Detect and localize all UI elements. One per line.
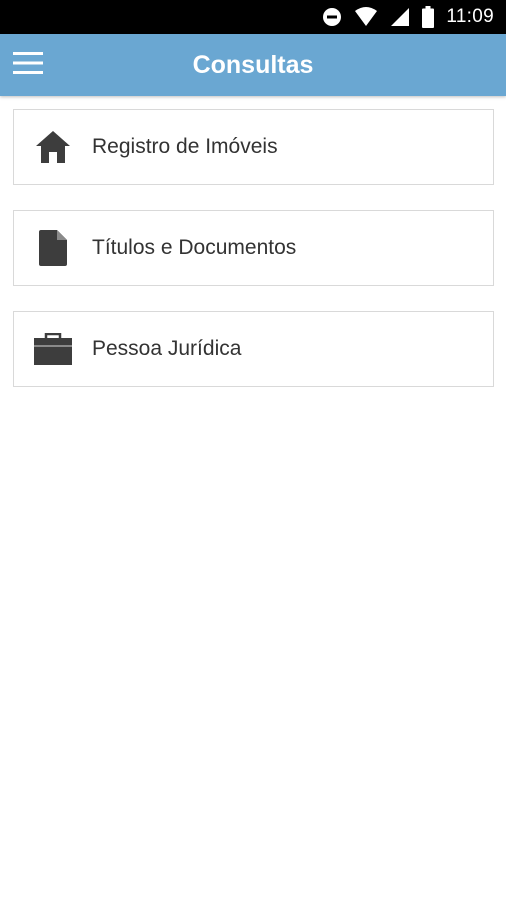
app-bar: Consultas bbox=[0, 34, 506, 96]
status-bar: 11:09 bbox=[0, 0, 506, 34]
menu-item-registro-de-imoveis[interactable]: Registro de Imóveis bbox=[13, 109, 494, 185]
signal-icon bbox=[390, 7, 410, 27]
menu-item-pessoa-juridica[interactable]: Pessoa Jurídica bbox=[13, 311, 494, 387]
document-icon bbox=[14, 229, 92, 267]
status-icons: 11:09 bbox=[322, 0, 494, 34]
menu-button[interactable] bbox=[11, 49, 45, 81]
page-title: Consultas bbox=[192, 51, 314, 79]
home-icon bbox=[14, 130, 92, 164]
battery-icon bbox=[422, 6, 435, 28]
menu-item-label: Pessoa Jurídica bbox=[92, 337, 242, 360]
menu-item-label: Registro de Imóveis bbox=[92, 135, 278, 158]
wifi-icon bbox=[354, 7, 378, 27]
status-time: 11:09 bbox=[446, 6, 494, 27]
menu-item-label: Títulos e Documentos bbox=[92, 236, 297, 259]
consultas-list: Registro de Imóveis Títulos e Documentos… bbox=[13, 109, 494, 412]
menu-item-titulos-e-documentos[interactable]: Títulos e Documentos bbox=[13, 210, 494, 286]
hamburger-menu-icon bbox=[13, 51, 43, 79]
do-not-disturb-icon bbox=[322, 7, 342, 27]
briefcase-icon bbox=[14, 333, 92, 365]
